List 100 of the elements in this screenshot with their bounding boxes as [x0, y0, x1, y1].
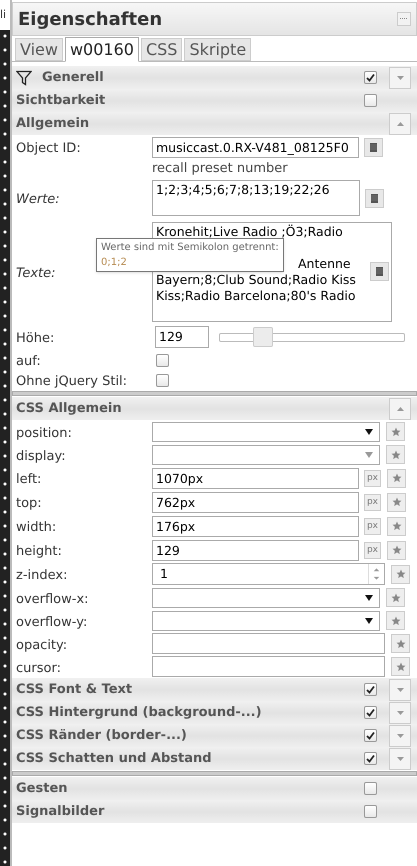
checkbox[interactable] — [364, 782, 377, 795]
star-button[interactable] — [387, 492, 406, 512]
unit-button[interactable]: px — [364, 518, 381, 534]
field-label: display: — [16, 448, 66, 464]
star-icon — [392, 497, 402, 507]
tab[interactable]: w00160 — [64, 37, 139, 62]
text-line: Antenne — [298, 256, 351, 272]
dropdown[interactable] — [152, 422, 380, 442]
toggle-button[interactable] — [389, 112, 411, 134]
star-icon — [396, 638, 406, 648]
panel-title: Eigenschaften — [18, 8, 162, 32]
field-label: height: — [16, 544, 62, 559]
field-label: top: — [16, 496, 42, 511]
section-title[interactable]: Allgemein — [16, 114, 90, 134]
toggle-button[interactable] — [389, 748, 411, 770]
section-title[interactable]: Sichtbarkeit — [16, 90, 106, 110]
caret-icon — [396, 122, 404, 126]
checkbox[interactable] — [364, 94, 377, 107]
star-button[interactable] — [387, 516, 406, 536]
field-label: width: — [16, 520, 56, 535]
star-button[interactable] — [386, 588, 405, 607]
checkmark-icon — [366, 731, 375, 740]
star-icon — [392, 545, 402, 555]
star-button[interactable] — [386, 611, 405, 630]
list-button[interactable] — [365, 188, 384, 208]
star-button[interactable] — [391, 564, 410, 584]
dropdown[interactable] — [152, 444, 380, 464]
tooltip: Werte sind mit Semikolon getrennt: 0;1;2 — [96, 238, 284, 272]
field-label: auf: — [16, 354, 41, 369]
checkbox[interactable] — [364, 805, 377, 818]
input-field[interactable]: 176px — [152, 516, 359, 536]
field-label: Object ID: — [16, 141, 81, 156]
slider-handle[interactable] — [252, 326, 273, 346]
list-button[interactable] — [370, 262, 389, 281]
checkbox[interactable] — [156, 374, 169, 386]
toggle-button[interactable] — [389, 678, 411, 700]
text-line: Kronehit;Live Radio ;Ö3;Radio — [156, 224, 343, 240]
star-button[interactable] — [386, 445, 405, 464]
field-label: Höhe: — [16, 331, 54, 346]
unit-button[interactable]: px — [364, 494, 381, 510]
input-field[interactable] — [152, 656, 385, 677]
menu-button[interactable] — [397, 12, 411, 26]
toggle-button[interactable] — [389, 702, 411, 724]
star-icon — [390, 592, 400, 602]
list-icon — [371, 194, 378, 202]
tab[interactable]: View — [15, 38, 63, 61]
field-label: overflow-x: — [16, 592, 89, 606]
star-button[interactable] — [386, 422, 405, 441]
star-icon — [390, 616, 400, 626]
checkbox[interactable] — [364, 729, 377, 742]
number-field[interactable]: 1 — [152, 563, 385, 585]
unit-button[interactable]: px — [364, 470, 381, 486]
list-icon — [376, 267, 383, 276]
caret-icon — [396, 406, 404, 410]
checkbox[interactable] — [364, 752, 377, 765]
star-button[interactable] — [387, 540, 406, 560]
checkmark-icon — [366, 754, 375, 763]
filter-icon — [16, 70, 32, 86]
field-label: Texte: — [16, 266, 56, 281]
text-line: 1;2;3;4;5;6;7;8;13;19;22;26 — [156, 182, 330, 198]
input-field[interactable]: 129 — [155, 326, 209, 348]
field-label: opacity: — [16, 638, 68, 652]
star-icon — [392, 521, 402, 531]
hint-text: recall preset number — [152, 160, 288, 177]
section-title[interactable]: Gesten — [16, 778, 68, 798]
checkbox[interactable] — [364, 683, 377, 696]
checkbox[interactable] — [156, 354, 169, 366]
star-button[interactable] — [391, 657, 410, 676]
tab[interactable]: CSS — [140, 38, 182, 61]
section-title[interactable]: Generell — [42, 68, 104, 88]
checkmark-icon — [366, 685, 375, 694]
star-icon — [390, 450, 400, 460]
checkmark-icon — [366, 708, 375, 717]
dropdown[interactable] — [152, 610, 380, 630]
section-title[interactable]: Signalbilder — [16, 802, 104, 822]
star-button[interactable] — [387, 468, 406, 488]
input-field[interactable]: 762px — [152, 492, 359, 512]
input-field[interactable] — [152, 633, 385, 654]
toggle-button[interactable] — [389, 398, 411, 420]
caret-icon — [396, 756, 404, 760]
list-button[interactable] — [364, 138, 383, 156]
input-field[interactable]: 129 — [152, 540, 359, 560]
input-field[interactable]: 1070px — [152, 468, 359, 488]
checkmark-icon — [366, 73, 375, 82]
field-label: z-index: — [16, 568, 68, 583]
tab[interactable]: Skripte — [184, 38, 252, 61]
list-icon — [370, 142, 377, 152]
star-icon — [392, 473, 402, 483]
star-button[interactable] — [391, 634, 410, 653]
caret-icon — [396, 76, 404, 80]
unit-button[interactable]: px — [364, 542, 381, 558]
checkbox[interactable] — [364, 71, 377, 84]
toggle-button[interactable] — [389, 724, 411, 746]
toggle-button[interactable] — [389, 66, 411, 88]
dropdown[interactable] — [152, 588, 380, 608]
checkbox[interactable] — [364, 706, 377, 719]
caret-icon — [396, 734, 404, 738]
input-field[interactable]: musiccast.0.RX-V481_08125F0 — [152, 136, 359, 158]
text-line: Bayern;8;Club Sound;Radio Kiss — [156, 272, 356, 288]
field-label: cursor: — [16, 660, 61, 676]
